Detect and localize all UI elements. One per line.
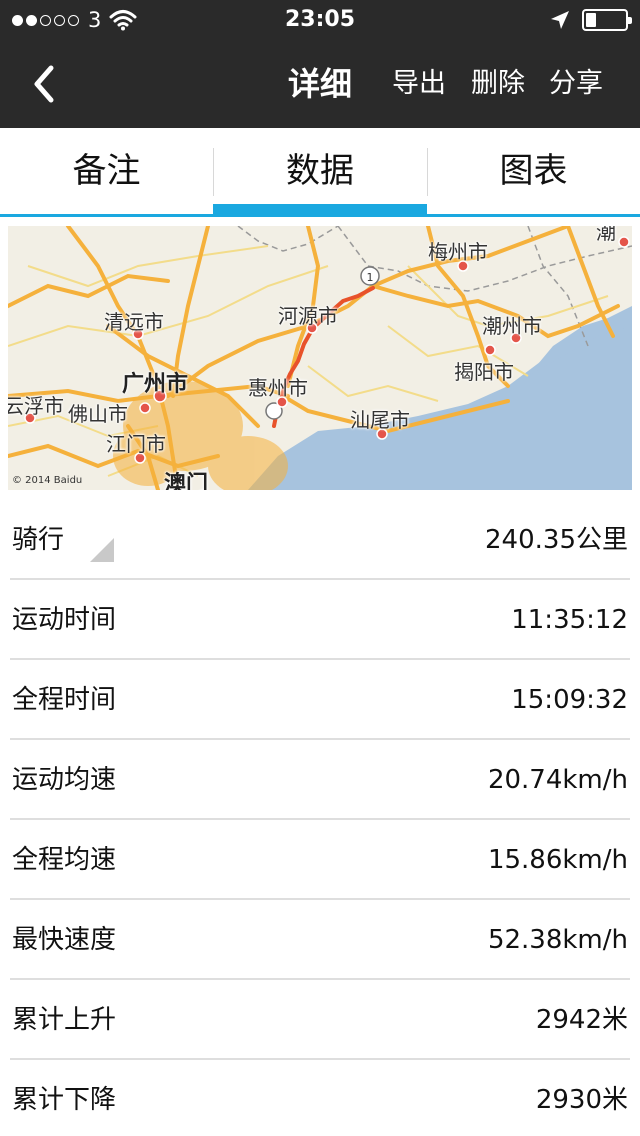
delete-button[interactable]: 删除 — [471, 40, 525, 128]
stat-row-descent: 累计下降 2930米 — [0, 1060, 640, 1136]
dropdown-corner-icon[interactable] — [90, 538, 114, 562]
map-label-huizhou: 惠州市 — [248, 376, 308, 400]
map-copyright: © 2014 Baidu — [12, 475, 83, 486]
map-label-macau: 澳门 — [164, 472, 209, 490]
stat-row-average-speed: 全程均速 15.86km/h — [0, 820, 640, 900]
stat-value: 11:35:12 — [511, 605, 628, 635]
tab-notes[interactable]: 备注 — [0, 128, 213, 214]
map-label-heyuan: 河源市 — [278, 304, 338, 328]
stat-row-activity[interactable]: 骑行 240.35公里 — [0, 500, 640, 580]
tab-data[interactable]: 数据 — [213, 128, 427, 214]
map-label-meizhou: 梅州市 — [428, 240, 488, 264]
map-label-jieyang: 揭阳市 — [454, 360, 514, 384]
stat-value: 240.35公里 — [485, 525, 628, 555]
map-label-foshan: 佛山市 — [68, 402, 128, 426]
stat-value: 15:09:32 — [511, 685, 628, 715]
map-label-shanwei: 汕尾市 — [350, 408, 410, 432]
map-label-guangzhou: 广州市 — [122, 372, 189, 397]
map-label-qingyuan: 清远市 — [104, 310, 164, 334]
export-button[interactable]: 导出 — [392, 40, 446, 128]
stat-row-moving-speed: 运动均速 20.74km/h — [0, 740, 640, 820]
battery-level — [586, 13, 596, 27]
stat-row-ascent: 累计上升 2942米 — [0, 980, 640, 1060]
stat-row-max-speed: 最快速度 52.38km/h — [0, 900, 640, 980]
active-tab-indicator — [213, 204, 427, 214]
status-right — [550, 0, 632, 40]
map-label-yunfu: 云浮市 — [8, 394, 64, 418]
map-label-chaozhou: 潮州市 — [482, 314, 542, 338]
stat-value: 2942米 — [535, 1005, 628, 1035]
stat-value: 2930米 — [535, 1085, 628, 1115]
route-map[interactable]: 1 梅州市 清远市 河源市 潮州市 揭阳市 广州市 惠州市 云浮市 佛山市 汕尾… — [8, 226, 632, 490]
stat-row-total-time: 全程时间 15:09:32 — [0, 660, 640, 740]
share-button[interactable]: 分享 — [549, 40, 603, 128]
stat-label: 骑行 — [12, 525, 65, 555]
page-title: 详细 — [287, 65, 352, 103]
route-start-marker: 1 — [360, 266, 380, 286]
stat-label: 累计上升 — [12, 1005, 117, 1035]
chevron-left-icon — [34, 65, 54, 103]
stat-label: 全程均速 — [12, 845, 117, 875]
status-bar: 3 23:05 — [0, 0, 640, 40]
tab-underline — [0, 214, 640, 217]
stat-value: 15.86km/h — [487, 845, 628, 875]
stat-label: 最快速度 — [12, 925, 117, 955]
battery-tip — [628, 17, 632, 24]
location-arrow-icon — [551, 11, 569, 29]
tab-chart[interactable]: 图表 — [427, 128, 640, 214]
stats-list: 骑行 240.35公里 运动时间 11:35:12 全程时间 15:09:32 … — [0, 500, 640, 1136]
stat-label: 运动均速 — [12, 765, 117, 795]
battery-icon — [582, 9, 632, 31]
stat-label: 累计下降 — [12, 1085, 117, 1115]
map-canvas: 1 — [8, 226, 632, 490]
stat-label: 运动时间 — [12, 605, 117, 635]
stat-value: 52.38km/h — [487, 925, 628, 955]
stat-value: 20.74km/h — [487, 765, 628, 795]
map-label-edge: 潮 — [596, 226, 616, 244]
nav-bar: 详细 导出 删除 分享 — [0, 40, 640, 128]
stat-row-moving-time: 运动时间 11:35:12 — [0, 580, 640, 660]
svg-text:1: 1 — [367, 271, 374, 284]
status-time: 23:05 — [284, 7, 356, 32]
back-button[interactable] — [22, 58, 66, 110]
stat-label: 全程时间 — [12, 685, 117, 715]
tab-bar: 备注 数据 图表 — [0, 128, 640, 218]
map-label-jiangmen: 江门市 — [106, 432, 166, 456]
